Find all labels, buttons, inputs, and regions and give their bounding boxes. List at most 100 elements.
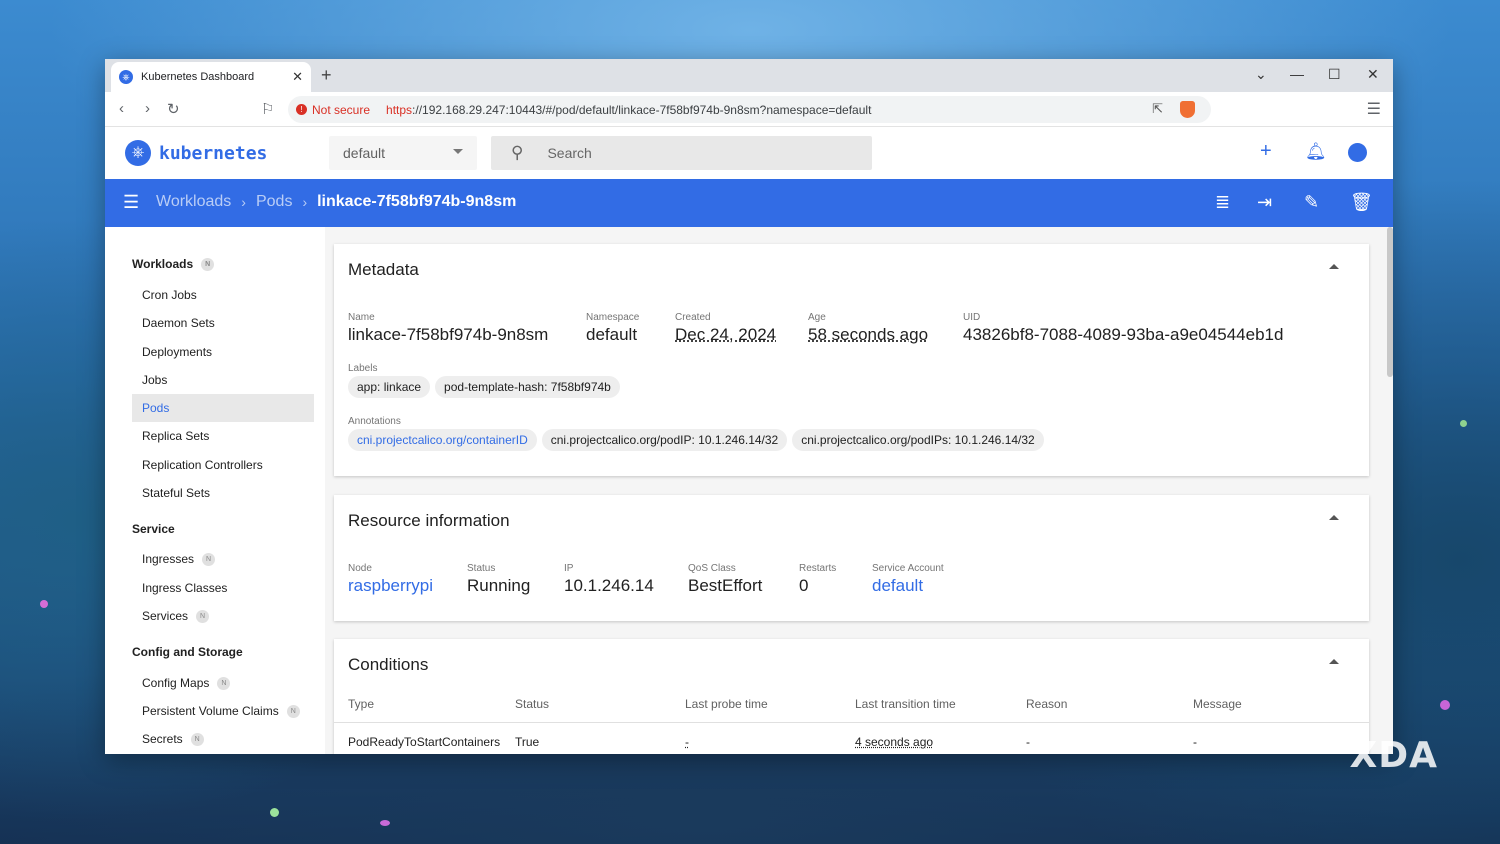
wallpaper-sparkle	[1440, 700, 1450, 710]
sidebar-item-pods[interactable]: Pods	[132, 394, 314, 422]
field-label: Namespace	[586, 312, 640, 323]
browser-menu-icon[interactable]: ☰	[1367, 99, 1381, 119]
column-header[interactable]: Reason	[1026, 697, 1067, 711]
label-chip: pod-template-hash: 7f58bf974b	[435, 376, 620, 398]
breadcrumb: Workloads › Pods › linkace-7f58bf974b-9n…	[156, 193, 516, 211]
node-link[interactable]: raspberrypi	[348, 576, 433, 596]
field-label: IP	[564, 563, 574, 574]
collapse-icon[interactable]	[1329, 659, 1339, 664]
sidebar-section-service[interactable]: Service	[132, 522, 175, 536]
reload-icon[interactable]: ↻	[167, 100, 180, 118]
sidebar-item-replica-sets[interactable]: Replica Sets	[132, 422, 314, 450]
namespace-selector[interactable]: default	[329, 136, 477, 170]
wallpaper-sparkle	[380, 820, 390, 826]
column-header[interactable]: Type	[348, 697, 374, 711]
edit-pencil-icon[interactable]: ✎	[1304, 192, 1319, 213]
tab-bar: ⎈ Kubernetes Dashboard ✕ + ⌄ — ☐ ✕	[105, 59, 1393, 92]
close-window-icon[interactable]: ✕	[1367, 66, 1379, 83]
field-value[interactable]: 58 seconds ago	[808, 325, 928, 345]
xda-watermark-logo: XDA	[1349, 735, 1438, 776]
cell-status: True	[515, 735, 540, 749]
sidebar-item-ingress-classes[interactable]: Ingress Classes	[132, 574, 314, 602]
field-qos: QoS Class BestEffort	[688, 563, 762, 596]
field-uid: UID 43826bf8-7088-4089-93ba-a9e04544eb1d	[963, 312, 1283, 345]
sidebar-item-daemon-sets[interactable]: Daemon Sets	[132, 309, 314, 337]
sidebar-item-label: Services	[142, 609, 189, 623]
sidebar-item-label: Daemon Sets	[142, 316, 215, 330]
browser-tab[interactable]: ⎈ Kubernetes Dashboard ✕	[111, 62, 311, 92]
nav-menu-icon[interactable]: ☰	[123, 192, 139, 213]
create-icon[interactable]: +	[1260, 140, 1272, 163]
url-text[interactable]: https://192.168.29.247:10443/#/pod/defau…	[386, 103, 871, 117]
notifications-bell-icon[interactable]: 🔔︎	[1305, 142, 1327, 162]
column-header[interactable]: Message	[1193, 697, 1242, 711]
not-secure-label[interactable]: Not secure	[312, 103, 370, 117]
action-bar: ☰ Workloads › Pods › linkace-7f58bf974b-…	[105, 179, 1393, 227]
new-tab-button[interactable]: +	[321, 65, 332, 86]
account-icon[interactable]	[1348, 143, 1367, 162]
service-account-link[interactable]: default	[872, 576, 944, 596]
field-value: BestEffort	[688, 576, 763, 595]
field-created: Created Dec 24, 2024	[675, 312, 776, 345]
sidebar-item-services[interactable]: Services N	[132, 602, 314, 630]
sidebar-item-ingresses[interactable]: Ingresses N	[132, 545, 314, 573]
sidebar-item-label: Replica Sets	[142, 429, 210, 443]
field-value[interactable]: Dec 24, 2024	[675, 325, 776, 345]
sidebar-item-pvcs[interactable]: Persistent Volume Claims N	[132, 697, 314, 725]
close-tab-icon[interactable]: ✕	[292, 69, 303, 85]
exec-shell-icon[interactable]: ⇥	[1257, 192, 1272, 213]
breadcrumb-pods[interactable]: Pods	[256, 193, 292, 211]
kubernetes-logo[interactable]: ⎈ kubernetes	[125, 140, 267, 166]
sidebar-item-label: Config Maps	[142, 676, 210, 690]
field-value: 10.1.246.14	[564, 576, 654, 595]
sidebar-item-label: Deployments	[142, 345, 213, 359]
collapse-icon[interactable]	[1329, 515, 1339, 520]
delete-trash-icon[interactable]: 🗑︎	[1350, 192, 1373, 213]
annotation-chip: cni.projectcalico.org/podIP: 10.1.246.14…	[541, 429, 788, 451]
wallpaper-sparkle	[1460, 420, 1467, 427]
minimize-icon[interactable]: —	[1290, 66, 1304, 82]
annotations-chips: cni.projectcalico.org/containerID cni.pr…	[348, 429, 1049, 451]
sidebar-item-deployments[interactable]: Deployments	[132, 338, 314, 366]
cell-last-transition[interactable]: 4 seconds ago	[855, 735, 933, 749]
annotation-chip: cni.projectcalico.org/podIPs: 10.1.246.1…	[792, 429, 1044, 451]
tab-search-icon[interactable]: ⌄	[1255, 66, 1267, 83]
column-header[interactable]: Last probe time	[685, 697, 768, 711]
sidebar-item-replication-controllers[interactable]: Replication Controllers	[132, 451, 314, 479]
maximize-icon[interactable]: ☐	[1328, 66, 1341, 83]
collapse-icon[interactable]	[1329, 264, 1339, 269]
field-node: Node raspberrypi	[348, 563, 433, 596]
annotation-chip-link[interactable]: cni.projectcalico.org/containerID	[348, 429, 537, 451]
sidebar-item-secrets[interactable]: Secrets N	[132, 725, 314, 753]
scrollbar[interactable]	[1387, 227, 1393, 377]
sidebar-item-label: Replication Controllers	[142, 458, 263, 472]
sidebar-section-workloads[interactable]: Workloads N	[132, 257, 215, 271]
field-value: linkace-7f58bf974b-9n8sm	[348, 325, 549, 344]
search-box[interactable]: ⚲	[491, 136, 872, 170]
logs-icon[interactable]: ≣	[1215, 192, 1230, 213]
cell-last-probe: -	[685, 735, 689, 749]
address-bar[interactable]: ! Not secure https://192.168.29.247:1044…	[288, 96, 1211, 123]
sidebar-item-stateful-sets[interactable]: Stateful Sets	[132, 479, 314, 507]
share-icon[interactable]: ⇱	[1152, 101, 1163, 117]
annotations-label: Annotations	[348, 416, 401, 427]
bookmark-icon[interactable]: ⚐	[261, 100, 274, 118]
sidebar-item-jobs[interactable]: Jobs	[132, 366, 314, 394]
breadcrumb-workloads[interactable]: Workloads	[156, 193, 231, 211]
back-icon[interactable]: ‹	[119, 100, 124, 117]
browser-window: ⎈ Kubernetes Dashboard ✕ + ⌄ — ☐ ✕ ‹ › ↻…	[105, 59, 1393, 754]
sidebar-item-label: Persistent Volume Claims	[142, 704, 279, 718]
brave-shield-icon[interactable]	[1180, 101, 1195, 118]
column-header[interactable]: Status	[515, 697, 549, 711]
namespaced-badge: N	[201, 257, 215, 271]
forward-icon[interactable]: ›	[145, 100, 150, 117]
search-input[interactable]	[547, 145, 828, 161]
sidebar-item-cron-jobs[interactable]: Cron Jobs	[132, 281, 314, 309]
column-header[interactable]: Last transition time	[855, 697, 956, 711]
field-label: Age	[808, 312, 826, 323]
sidebar-section-config-storage[interactable]: Config and Storage	[132, 645, 243, 659]
field-value: Running	[467, 576, 531, 595]
sidebar-item-config-maps[interactable]: Config Maps N	[132, 669, 314, 697]
cell-type: PodReadyToStartContainers	[348, 735, 501, 749]
labels-label: Labels	[348, 363, 378, 374]
